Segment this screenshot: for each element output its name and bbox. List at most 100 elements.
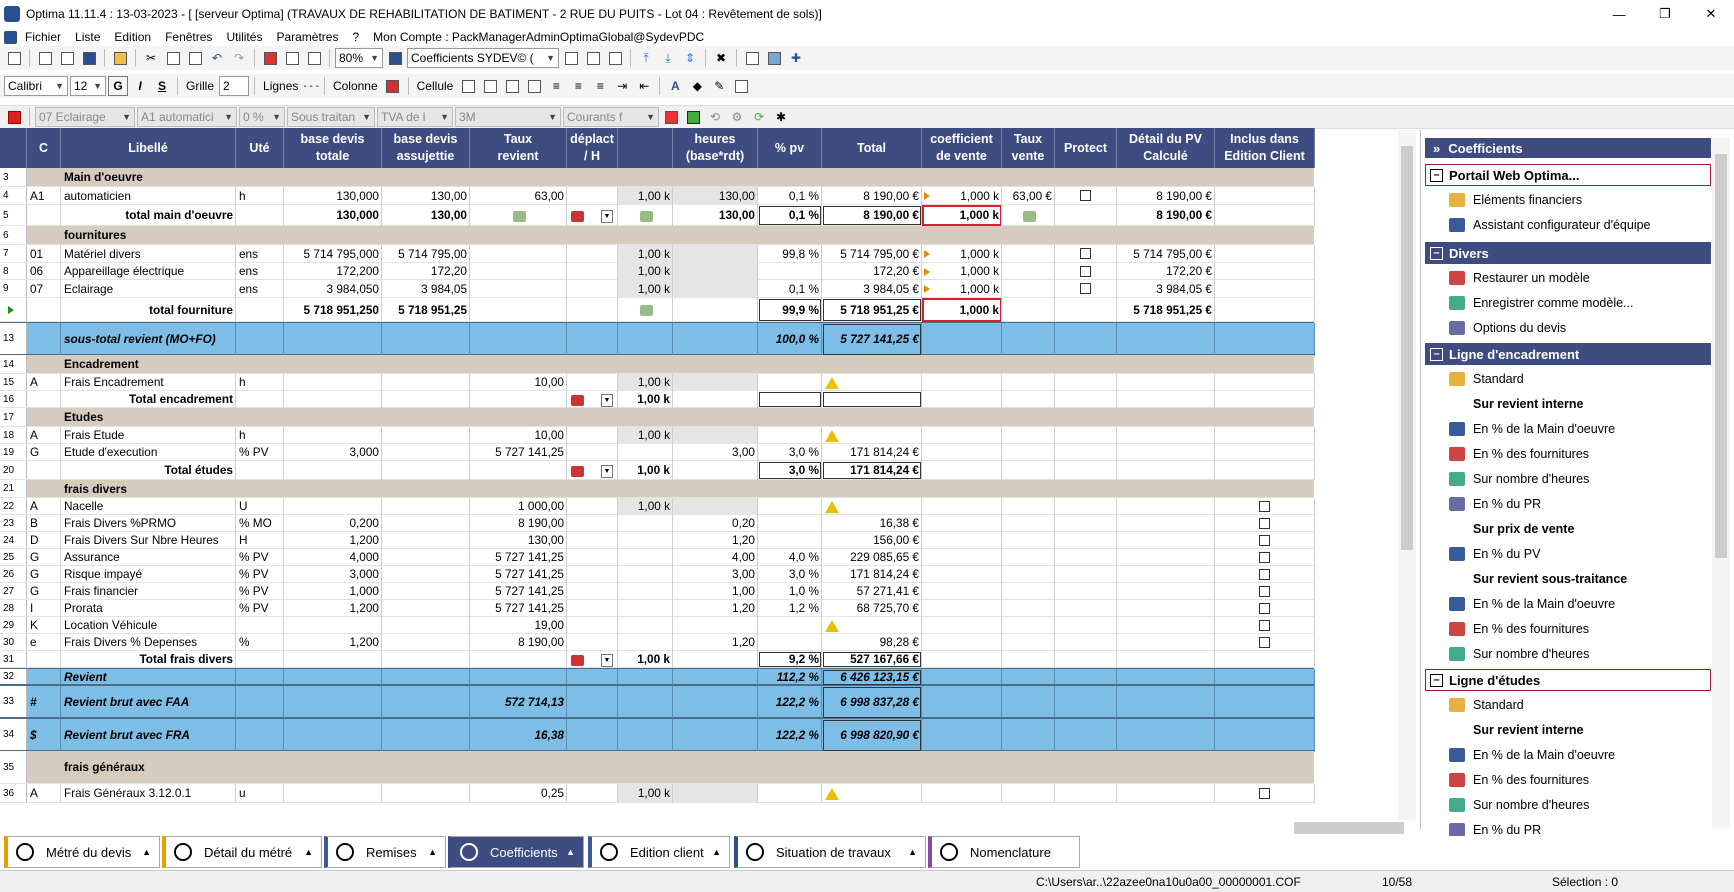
undo-icon[interactable]: ↶ (207, 48, 227, 68)
cell-bdt[interactable]: 1,200 (284, 634, 382, 650)
cell-ute[interactable]: H (236, 532, 284, 548)
cell-bdt[interactable]: 4,000 (284, 549, 382, 565)
row-number[interactable]: 25 (0, 549, 27, 565)
save-icon[interactable] (79, 48, 99, 68)
cell-hrs[interactable]: 0,20 (673, 515, 758, 531)
panel-item[interactable]: Assistant configurateur d'équipe (1449, 215, 1651, 235)
cell-lib[interactable]: Frais Divers Sur Nbre Heures (61, 532, 236, 548)
table-row[interactable]: 6 fournitures (0, 226, 1314, 245)
menu-edition[interactable]: Edition (114, 30, 151, 44)
border1-icon[interactable] (480, 76, 500, 96)
cell-pv[interactable]: 100,0 % (758, 323, 822, 354)
coefficients-select[interactable]: Coefficients SYDEV© (▼ (407, 48, 559, 68)
cell-tot[interactable]: 5 714 795,00 € (822, 245, 922, 262)
cell-coef[interactable]: 1,000 k (922, 187, 1002, 204)
cell-lib[interactable]: frais généraux (61, 751, 461, 783)
row-number[interactable]: 20 (0, 461, 27, 479)
column-header[interactable]: Inclus dans Edition Client (1215, 128, 1315, 168)
collapse-icon[interactable]: – (1430, 246, 1443, 260)
view1-icon[interactable] (561, 48, 581, 68)
column-header[interactable]: coefficient de vente (922, 128, 1002, 168)
cell-lib[interactable]: Revient brut avec FRA (61, 719, 291, 750)
link-icon[interactable]: ⟲ (705, 107, 725, 127)
strike-button[interactable]: S (152, 76, 172, 96)
tools-icon[interactable]: ✖ (711, 48, 731, 68)
panel-item[interactable]: En % du PR (1449, 494, 1541, 514)
cell-c[interactable]: B (27, 515, 61, 531)
font-color-icon[interactable]: A (665, 76, 685, 96)
cell-lib[interactable]: Risque impayé (61, 566, 236, 582)
cell-lib[interactable]: Frais Divers % Depenses (61, 634, 236, 650)
menu-fenetres[interactable]: Fenêtres (165, 30, 212, 44)
lignes-label[interactable]: Lignes (260, 79, 301, 93)
cell-lib[interactable]: Assurance (61, 549, 236, 565)
cell-ute[interactable]: % PV (236, 583, 284, 599)
cell-c[interactable]: D (27, 532, 61, 548)
grille-input[interactable]: 2 (219, 76, 250, 96)
move-updown-icon[interactable]: ⇕ (680, 48, 700, 68)
cell-rdt[interactable]: 1,00 k (618, 391, 673, 407)
cell-c[interactable]: G (27, 583, 61, 599)
cell-bdt[interactable]: 1,200 (284, 600, 382, 616)
line-select-7[interactable]: Courants f ▼ (563, 107, 659, 127)
column-header[interactable]: Uté (236, 128, 284, 168)
calc-icon[interactable] (1022, 210, 1036, 222)
cell-c[interactable]: A (27, 374, 61, 390)
deplacement-dropdown[interactable]: ▼ (601, 393, 613, 407)
panel-item[interactable]: En % de la Main d'oeuvre (1449, 419, 1615, 439)
table-row[interactable]: 19 G Etude d'execution% PV 3,000 5 727 141,2… (0, 444, 1315, 461)
cell-rdt[interactable]: 1,00 k (618, 245, 673, 262)
outdent-icon[interactable]: ⇤ (634, 76, 654, 96)
align-center-icon[interactable]: ≡ (568, 76, 588, 96)
cell-bdt[interactable]: 130,000 (284, 205, 382, 225)
panel-group[interactable]: – Divers (1425, 242, 1711, 264)
align-left-icon[interactable]: ≡ (546, 76, 566, 96)
cell-lib[interactable]: Nacelle (61, 498, 236, 514)
cell-tr[interactable]: 5 727 141,25 (470, 566, 567, 582)
grid-vertical-scrollbar[interactable] (1398, 130, 1416, 820)
tab-menu-icon[interactable]: ▲ (304, 847, 313, 857)
italic-button[interactable]: I (130, 76, 150, 96)
cell-c[interactable]: 06 (27, 263, 61, 279)
cell-pv[interactable]: 99,8 % (758, 245, 822, 262)
restore-button[interactable]: ❐ (1642, 0, 1688, 28)
menu-parametres[interactable]: Paramètres (276, 30, 338, 44)
table-row[interactable]: 26 G Risque impayé% PV 3,000 5 727 141,25 3,0… (0, 566, 1315, 583)
cell-pv[interactable]: 0,1 % (758, 280, 822, 297)
row-number[interactable]: 4 (0, 187, 27, 204)
brush-icon[interactable]: ✎ (709, 76, 729, 96)
calc-icon[interactable] (639, 305, 653, 316)
line-select-1[interactable]: 07 Eclairage ▼ (35, 107, 135, 127)
cell-pv[interactable]: 3,0 % (758, 444, 822, 460)
row-number[interactable]: 31 (0, 651, 27, 667)
panel-item[interactable]: Restaurer un modèle (1449, 268, 1590, 288)
column-header[interactable]: Protect (1055, 128, 1117, 168)
menu-liste[interactable]: Liste (75, 30, 100, 44)
collapse-icon[interactable]: – (1430, 673, 1443, 687)
include-checkbox[interactable] (1259, 585, 1270, 597)
cell-rdt[interactable]: 1,00 k (618, 374, 673, 390)
row-number[interactable]: 5 (0, 205, 27, 225)
cell-ute[interactable]: u (236, 784, 284, 802)
move-down-icon[interactable]: ⤓ (658, 48, 678, 68)
cell-hrs[interactable]: 1,00 (673, 583, 758, 599)
deplacement-dropdown[interactable]: ▼ (601, 653, 613, 667)
table-row[interactable]: 28 I Prorata% PV 1,200 5 727 141,25 1,20 1,2 %… (0, 600, 1315, 617)
new-icon[interactable] (35, 48, 55, 68)
cell-c[interactable]: 01 (27, 245, 61, 262)
cell-rdt[interactable]: 1,00 k (618, 784, 673, 802)
deplacement-dropdown[interactable]: ▼ (601, 464, 613, 478)
protect-checkbox[interactable] (1080, 248, 1091, 259)
table-row[interactable]: 29 K Location Véhicule 19,00 (0, 617, 1315, 634)
selected-coef-cell[interactable] (922, 205, 1002, 226)
cell-c[interactable]: $ (27, 719, 61, 750)
row-number[interactable]: 30 (0, 634, 27, 650)
cell-pv[interactable]: 1,0 % (758, 583, 822, 599)
cell-coef[interactable]: 1,000 k (922, 245, 1002, 262)
car-icon[interactable] (571, 465, 584, 477)
grid-horizontal-scrollbar[interactable] (1294, 822, 1404, 834)
tab-menu-icon[interactable]: ▲ (712, 847, 721, 857)
row-number[interactable]: 28 (0, 600, 27, 616)
tab-5[interactable]: Situation de travaux ▲ (734, 836, 926, 868)
cell-lib[interactable]: Etude d'execution (61, 444, 236, 460)
